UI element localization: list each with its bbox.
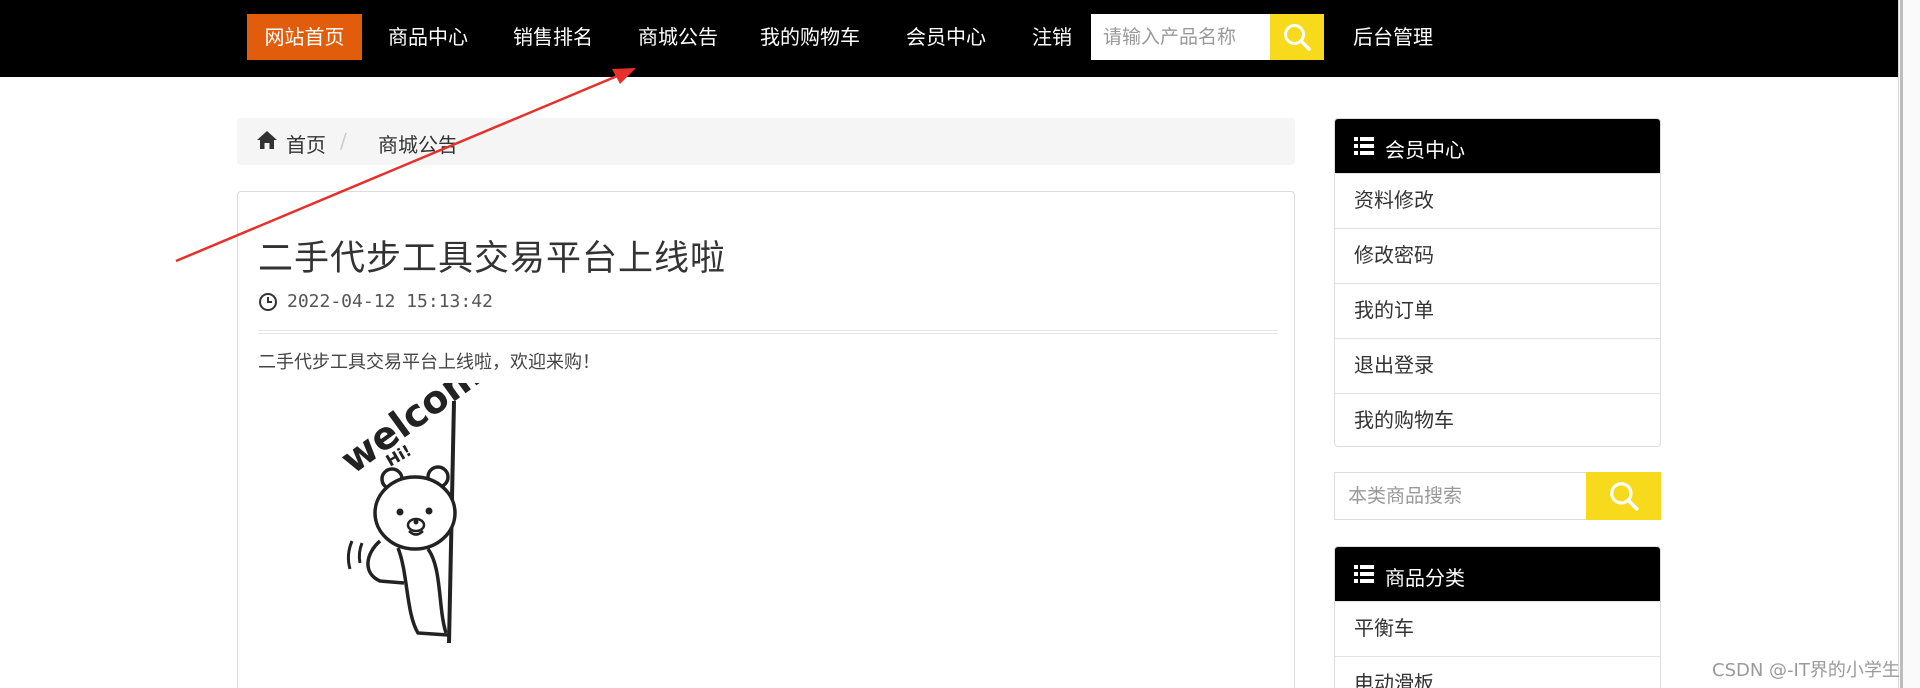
product-search-input[interactable] xyxy=(1091,14,1270,60)
category-item-balance-scooter[interactable]: 平衡车 xyxy=(1335,601,1660,656)
window-scrollbar[interactable] xyxy=(1898,0,1920,688)
article-title: 二手代步工具交易平台上线啦 xyxy=(258,239,727,279)
breadcrumb-separator: / xyxy=(340,129,347,153)
product-search-button[interactable] xyxy=(1270,14,1324,60)
category-search-box xyxy=(1334,472,1661,520)
nav-item-member-center[interactable]: 会员中心 xyxy=(898,14,994,60)
link-my-cart[interactable]: 我的购物车 xyxy=(1335,393,1660,446)
nav-item-home[interactable]: 网站首页 xyxy=(247,14,362,60)
list-icon xyxy=(1354,565,1374,583)
csdn-watermark: CSDN @-IT界的小学生 xyxy=(1712,660,1900,681)
category-title: 商品分类 xyxy=(1385,566,1465,590)
breadcrumb-current: 商城公告 xyxy=(378,133,458,157)
nav-item-products[interactable]: 商品中心 xyxy=(380,14,476,60)
link-logout[interactable]: 退出登录 xyxy=(1335,338,1660,393)
welcome-bear-image: welcome! Hi! xyxy=(332,383,518,644)
nav-item-cart[interactable]: 我的购物车 xyxy=(756,14,864,60)
nav-item-admin[interactable]: 后台管理 xyxy=(1345,14,1441,60)
article-body: 二手代步工具交易平台上线啦，欢迎来购！ xyxy=(258,352,600,373)
nav-item-announcements[interactable]: 商城公告 xyxy=(630,14,726,60)
article-date: 2022-04-12 15:13:42 xyxy=(287,291,493,312)
breadcrumb: 首页 / 商城公告 xyxy=(237,118,1295,165)
search-icon xyxy=(1609,482,1639,511)
search-icon xyxy=(1284,24,1311,51)
link-change-password[interactable]: 修改密码 xyxy=(1335,228,1660,283)
nav-item-logout[interactable]: 注销 xyxy=(1028,14,1076,60)
member-center-title: 会员中心 xyxy=(1385,138,1465,162)
top-navbar: 网站首页 商品中心 销售排名 商城公告 我的购物车 会员中心 注销 后台管理 xyxy=(0,0,1898,77)
member-center-header: 会员中心 xyxy=(1335,119,1660,173)
link-edit-profile[interactable]: 资料修改 xyxy=(1335,173,1660,228)
link-my-orders[interactable]: 我的订单 xyxy=(1335,283,1660,338)
category-header: 商品分类 xyxy=(1335,547,1660,601)
category-search-input[interactable] xyxy=(1335,473,1585,519)
category-panel: 商品分类 平衡车 电动滑板 xyxy=(1334,546,1661,688)
list-icon xyxy=(1354,137,1374,155)
article-divider xyxy=(258,330,1278,334)
welcome-text: welcome! xyxy=(332,383,518,482)
clock-icon xyxy=(259,293,277,311)
breadcrumb-home-link[interactable]: 首页 xyxy=(286,129,326,158)
nav-item-sales-ranking[interactable]: 销售排名 xyxy=(505,14,601,60)
announcement-article: 二手代步工具交易平台上线啦 2022-04-12 15:13:42 二手代步工具… xyxy=(237,191,1295,688)
category-search-button[interactable] xyxy=(1586,472,1661,520)
member-center-panel: 会员中心 资料修改 修改密码 我的订单 退出登录 我的购物车 xyxy=(1334,118,1661,447)
category-item-electric-skateboard[interactable]: 电动滑板 xyxy=(1335,656,1660,688)
home-icon xyxy=(257,131,277,149)
